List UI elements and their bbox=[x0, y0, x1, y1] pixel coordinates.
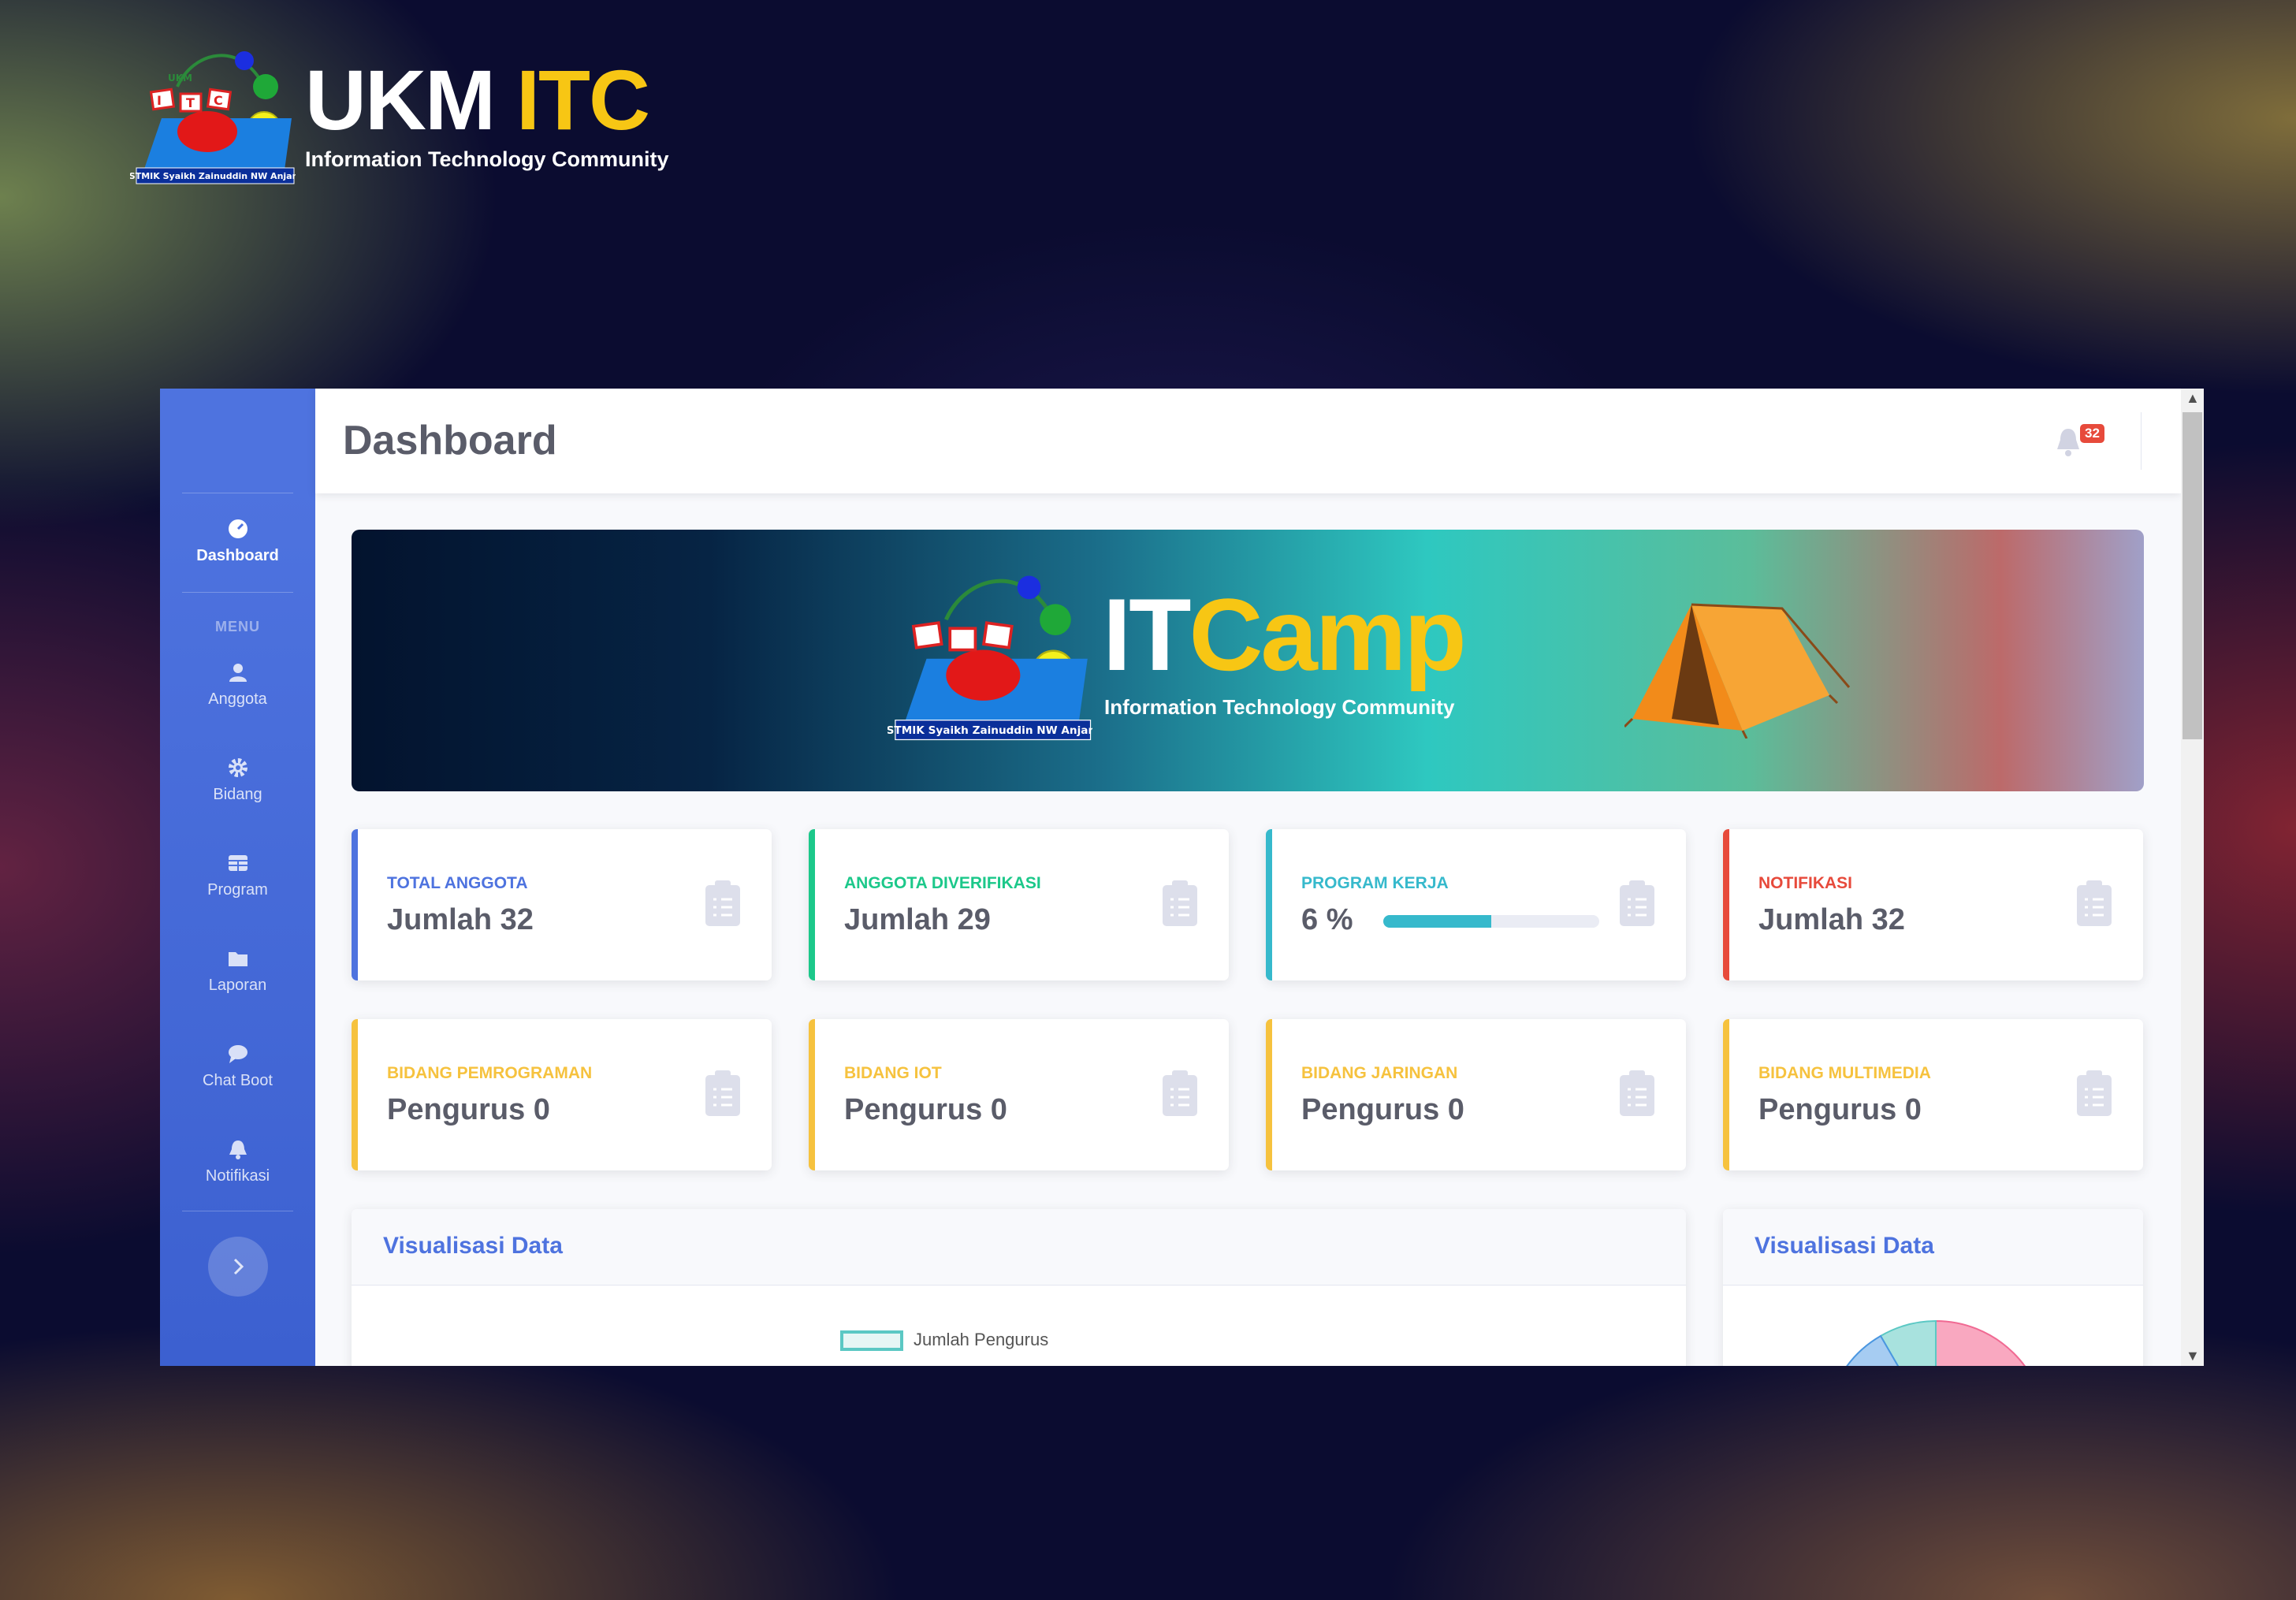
pie-slice[interactable] bbox=[1935, 1319, 2046, 1366]
pie-chart bbox=[1846, 1319, 2046, 1366]
card-label: BIDANG MULTIMEDIA bbox=[1758, 1064, 1931, 1082]
sidebar-item-label: Bidang bbox=[213, 786, 262, 803]
card-label: BIDANG IOT bbox=[844, 1064, 942, 1082]
card-label: BIDANG JARINGAN bbox=[1301, 1064, 1458, 1082]
legend-label: Jumlah Pengurus bbox=[914, 1330, 1049, 1349]
scroll-up-arrow-icon[interactable]: ▲ bbox=[2186, 390, 2200, 407]
progress-bar-fill bbox=[1383, 915, 1491, 928]
svg-text:C: C bbox=[214, 93, 223, 108]
card-label: TOTAL ANGGOTA bbox=[387, 874, 528, 892]
folder-icon bbox=[228, 952, 247, 966]
sidebar-item-program[interactable]: Program bbox=[160, 853, 315, 899]
notification-badge: 32 bbox=[2080, 424, 2104, 443]
brand: I T C UKM STMIK Syaikh Zainuddin NW Anja… bbox=[130, 43, 669, 185]
scrollbar-thumb[interactable] bbox=[2183, 412, 2202, 739]
user-icon bbox=[229, 664, 247, 682]
svg-text:UKM: UKM bbox=[168, 73, 192, 84]
chevron-right-icon bbox=[233, 1258, 244, 1275]
card-bidang-jaringan[interactable]: BIDANG JARINGAN Pengurus 0 bbox=[1266, 1019, 1686, 1170]
ukm-itc-logo: I T C UKM STMIK Syaikh Zainuddin NW Anja… bbox=[130, 51, 296, 184]
ukm-itc-logo: STMIK Syaikh Zainuddin NW Anjani bbox=[888, 575, 1092, 741]
sidebar-item-dashboard[interactable]: Dashboard bbox=[160, 519, 315, 565]
sidebar-item-bidang[interactable]: Bidang bbox=[160, 757, 315, 804]
card-anggota-diverifikasi[interactable]: ANGGOTA DIVERIFIKASI Jumlah 29 bbox=[809, 829, 1229, 980]
sidebar: Dashboard MENU Anggota Bidang Program La… bbox=[160, 389, 315, 1366]
scrollbar[interactable]: ▲ ▼ bbox=[2181, 389, 2204, 1366]
topbar-divider bbox=[2141, 412, 2142, 470]
notification-bell-icon[interactable] bbox=[2055, 426, 2082, 457]
banner-title: ITCamp bbox=[1103, 577, 1467, 692]
card-program-kerja[interactable]: PROGRAM KERJA 6 % bbox=[1266, 829, 1686, 980]
itcamp-banner: STMIK Syaikh Zainuddin NW Anjani ITCamp … bbox=[352, 530, 2144, 791]
card-value: Pengurus 0 bbox=[1301, 1093, 1464, 1126]
page-title: Dashboard bbox=[343, 418, 557, 463]
sidebar-item-label: Dashboard bbox=[196, 547, 279, 564]
y-tick-label: 32 bbox=[405, 1363, 424, 1366]
scroll-down-arrow-icon[interactable]: ▼ bbox=[2186, 1348, 2200, 1364]
card-bidang-multimedia[interactable]: BIDANG MULTIMEDIA Pengurus 0 bbox=[1723, 1019, 2143, 1170]
clipboard-list-icon bbox=[1163, 880, 1197, 926]
tachometer-icon bbox=[228, 519, 247, 538]
svg-text:I: I bbox=[157, 93, 162, 108]
clipboard-list-icon bbox=[1163, 1070, 1197, 1116]
sidebar-item-label: Anggota bbox=[208, 690, 267, 708]
app-window: Dashboard MENU Anggota Bidang Program La… bbox=[160, 389, 2204, 1366]
gear-icon bbox=[228, 758, 247, 777]
legend-swatch[interactable] bbox=[840, 1330, 903, 1351]
clipboard-list-icon bbox=[2077, 880, 2112, 926]
card-value: Jumlah 29 bbox=[844, 903, 991, 936]
sidebar-heading: MENU bbox=[215, 619, 260, 634]
clipboard-list-icon bbox=[2077, 1070, 2112, 1116]
card-label: ANGGOTA DIVERIFIKASI bbox=[844, 874, 1041, 892]
card-value: Pengurus 0 bbox=[1758, 1093, 1922, 1126]
card-value: 6 % bbox=[1301, 903, 1353, 936]
sidebar-item-label: Program bbox=[207, 881, 268, 899]
sidebar-item-notifikasi[interactable]: Notifikasi bbox=[160, 1139, 315, 1185]
chart-panel-pie: Visualisasi Data bbox=[1723, 1209, 2143, 1366]
banner-subtitle: Information Technology Community bbox=[1104, 695, 1455, 719]
brand-title: UKM ITC bbox=[305, 51, 650, 147]
card-label: PROGRAM KERJA bbox=[1301, 874, 1449, 892]
card-value: Jumlah 32 bbox=[1758, 903, 1905, 936]
card-bidang-iot[interactable]: BIDANG IOT Pengurus 0 bbox=[809, 1019, 1229, 1170]
panel-title: Visualisasi Data bbox=[1723, 1209, 2143, 1286]
chart-panel-line: Visualisasi Data Jumlah Pengurus 32 bbox=[352, 1209, 1686, 1366]
clipboard-list-icon bbox=[1620, 880, 1654, 926]
sidebar-item-chat-boot[interactable]: Chat Boot bbox=[160, 1044, 315, 1090]
chat-icon bbox=[228, 1045, 247, 1063]
card-label: BIDANG PEMROGRAMAN bbox=[387, 1064, 593, 1082]
card-value: Pengurus 0 bbox=[844, 1093, 1007, 1126]
card-bidang-pemrograman[interactable]: BIDANG PEMROGRAMAN Pengurus 0 bbox=[352, 1019, 772, 1170]
topbar: Dashboard 32 admin bbox=[315, 389, 2204, 493]
card-notifikasi[interactable]: NOTIFIKASI Jumlah 32 bbox=[1723, 829, 2143, 980]
tent-icon bbox=[1624, 603, 1851, 739]
brand-subtitle: Information Technology Community bbox=[305, 147, 669, 171]
svg-text:STMIK Syaikh Zainuddin NW Anja: STMIK Syaikh Zainuddin NW Anjani bbox=[888, 724, 1092, 737]
sidebar-divider bbox=[182, 592, 293, 593]
sidebar-item-label: Notifikasi bbox=[205, 1167, 270, 1185]
svg-text:STMIK Syaikh Zainuddin NW Anja: STMIK Syaikh Zainuddin NW Anjani bbox=[130, 171, 296, 181]
progress-bar bbox=[1383, 915, 1599, 928]
clipboard-list-icon bbox=[705, 880, 740, 926]
sidebar-item-laporan[interactable]: Laporan bbox=[160, 948, 315, 995]
sidebar-item-anggota[interactable]: Anggota bbox=[160, 662, 315, 709]
card-total-anggota[interactable]: TOTAL ANGGOTA Jumlah 32 bbox=[352, 829, 772, 980]
clipboard-list-icon bbox=[1620, 1070, 1654, 1116]
card-value: Jumlah 32 bbox=[387, 903, 534, 936]
card-value: Pengurus 0 bbox=[387, 1093, 550, 1126]
sidebar-item-label: Laporan bbox=[208, 977, 267, 994]
svg-text:T: T bbox=[186, 95, 195, 110]
bell-icon bbox=[229, 1140, 247, 1159]
sidebar-item-label: Chat Boot bbox=[203, 1072, 273, 1089]
clipboard-list-icon bbox=[705, 1070, 740, 1116]
sidebar-toggle-button[interactable] bbox=[208, 1237, 268, 1297]
card-label: NOTIFIKASI bbox=[1758, 874, 1852, 892]
panel-title: Visualisasi Data bbox=[352, 1209, 1686, 1286]
table-icon bbox=[228, 855, 247, 871]
